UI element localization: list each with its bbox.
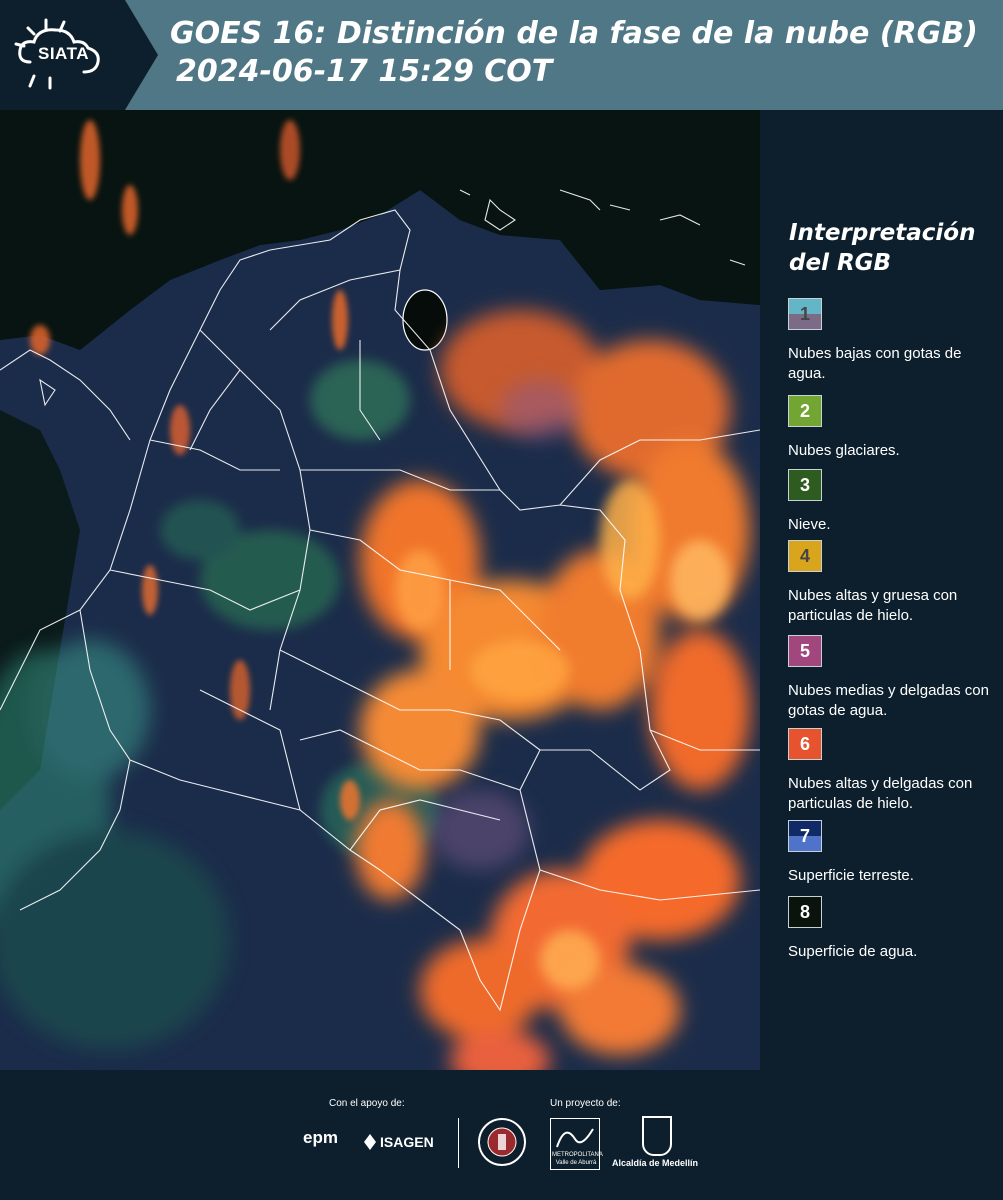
- legend-item-4: 4 Nubes altas y gruesa con particulas de…: [788, 540, 1003, 626]
- legend-swatch-2: 2: [788, 395, 822, 427]
- area-metropolitana-subtext: Valle de Aburrá: [555, 1160, 597, 1166]
- legend-number: 8: [799, 902, 810, 922]
- legend-item-3: 3 Nieve.: [788, 469, 1003, 535]
- legend-swatch-3: 3: [788, 469, 822, 501]
- page-timestamp: 2024-06-17 15:29 COT: [176, 54, 553, 89]
- siata-logo: SIATA: [0, 0, 160, 110]
- legend-number: 2: [799, 401, 810, 421]
- legend-item-7: 7 Superficie terreste.: [788, 820, 1003, 886]
- legend-swatch-7: 7: [788, 820, 822, 852]
- satellite-map: [0, 110, 760, 1070]
- legend-swatch-6: 6: [788, 728, 822, 760]
- legend-panel: Interpretación del RGB 1 Nubes bajas con…: [760, 110, 1003, 1070]
- footer-vertical-divider: [458, 1118, 459, 1168]
- medellin-seal-logo: [478, 1118, 526, 1166]
- legend-title: Interpretación del RGB: [789, 220, 976, 276]
- alcaldia-shield-icon: [642, 1116, 672, 1156]
- legend-label: Superficie terreste.: [788, 867, 914, 884]
- legend-number: 5: [799, 641, 810, 661]
- legend-item-8: 8 Superficie de agua.: [788, 896, 1003, 962]
- legend-label: Nubes bajas con gotas de agua.: [788, 345, 962, 382]
- legend-number: 6: [799, 734, 810, 754]
- legend-label: Nubes medias y delgadas con gotas de agu…: [788, 682, 989, 719]
- alcaldia-text: Alcaldía de Medellín: [612, 1158, 699, 1168]
- legend-swatch-1: 1: [788, 298, 822, 330]
- legend-label: Nubes glaciares.: [788, 442, 900, 459]
- epm-logo: epm: [303, 1128, 338, 1147]
- legend-swatch-5: 5: [788, 635, 822, 667]
- header-bar: SIATA GOES 16: Distinción de la fase de …: [0, 0, 1003, 110]
- legend-number: 7: [799, 826, 810, 846]
- page-title: GOES 16: Distinción de la fase de la nub…: [170, 16, 978, 51]
- logo-wordmark: SIATA: [38, 44, 89, 63]
- legend-swatch-4: 4: [788, 540, 822, 572]
- project-label: Un proyecto de:: [550, 1098, 621, 1109]
- isagen-text: ISAGEN: [380, 1134, 434, 1150]
- legend-swatch-8: 8: [788, 896, 822, 928]
- legend-label: Superficie de agua.: [788, 943, 918, 960]
- legend-item-6: 6 Nubes altas y delgadas con particulas …: [788, 728, 1003, 814]
- footer: Con el apoyo de: Un proyecto de: epm ISA…: [0, 1070, 1003, 1200]
- legend-number: 4: [799, 546, 810, 566]
- satellite-image: [0, 110, 760, 1070]
- legend-label: Nieve.: [788, 516, 831, 533]
- legend-number: 3: [799, 475, 810, 495]
- support-label: Con el apoyo de:: [329, 1098, 405, 1109]
- legend-item-2: 2 Nubes glaciares.: [788, 395, 1003, 461]
- legend-item-1: 1 Nubes bajas con gotas de agua.: [788, 298, 1003, 384]
- legend-item-5: 5 Nubes medias y delgadas con gotas de a…: [788, 635, 1003, 721]
- isagen-logo: ISAGEN: [364, 1134, 434, 1150]
- legend-number: 1: [799, 304, 810, 324]
- area-metropolitana-text: METROPOLITANA: [552, 1152, 603, 1158]
- legend-label: Nubes altas y delgadas con particulas de…: [788, 775, 973, 812]
- legend-label: Nubes altas y gruesa con particulas de h…: [788, 587, 958, 624]
